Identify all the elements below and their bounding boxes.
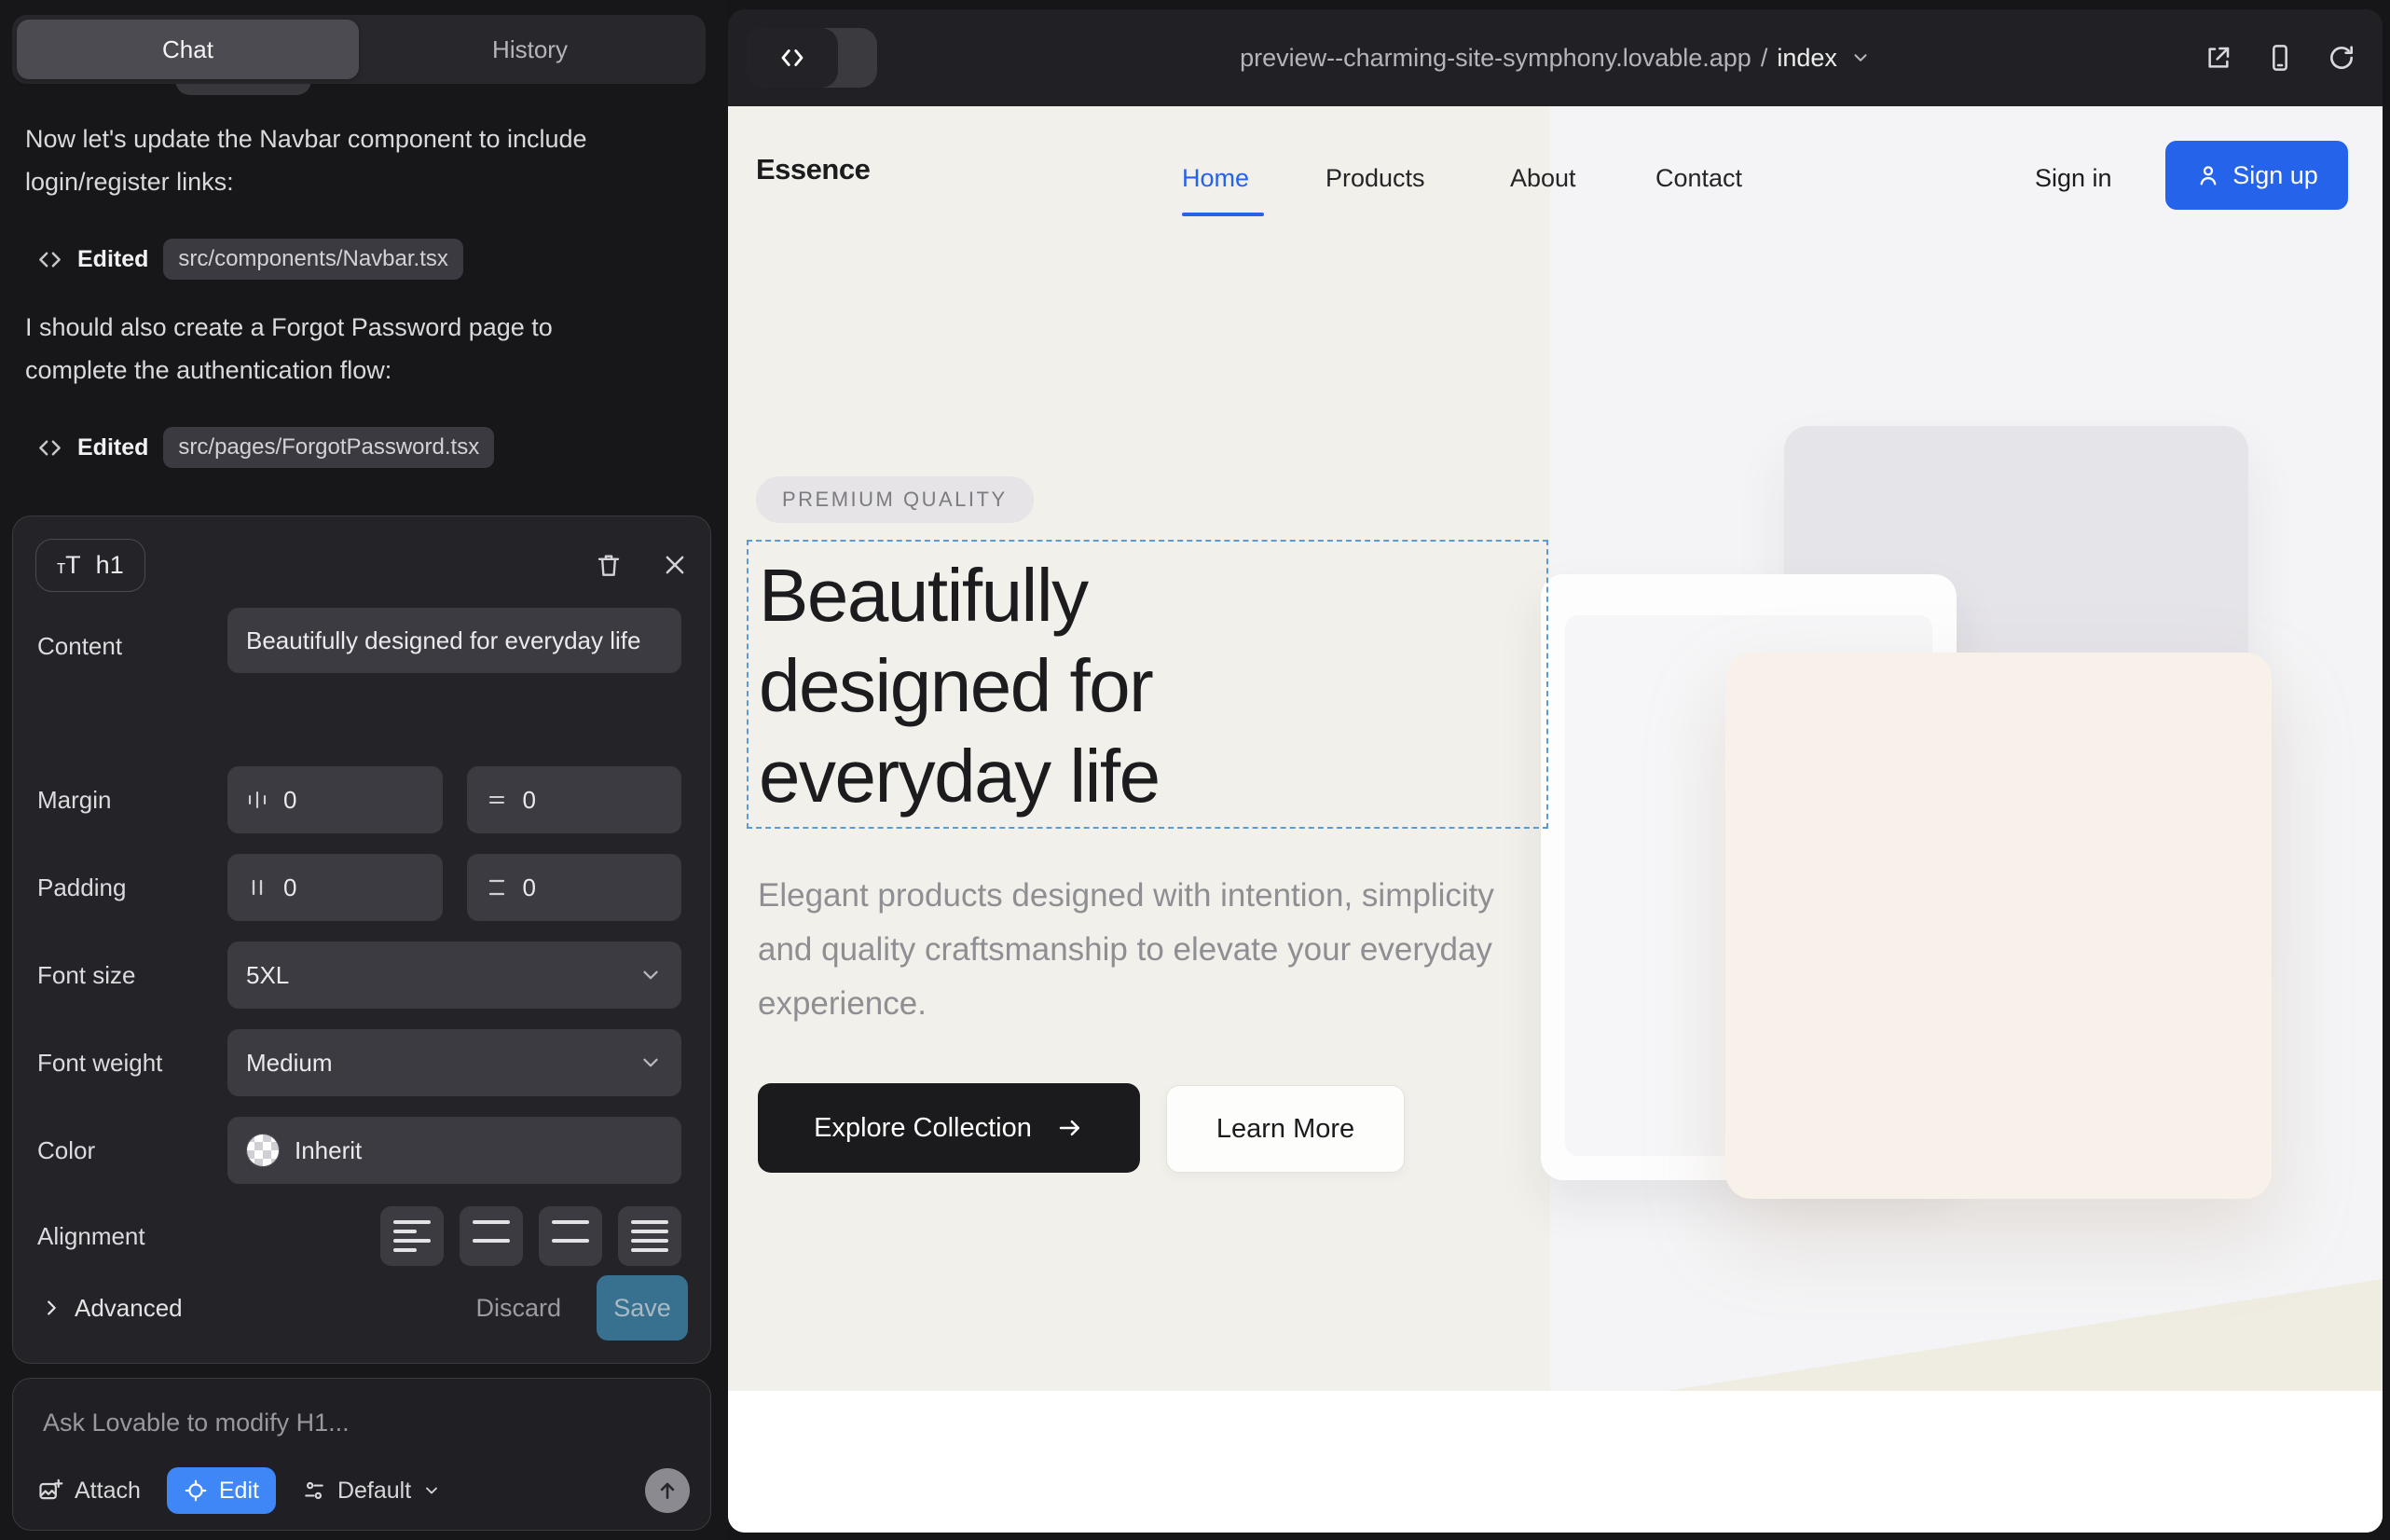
image-attach-icon	[37, 1478, 63, 1504]
text-type-icon: тT	[57, 551, 81, 580]
edited-file-row: Edited src/components/Navbar.tsx	[37, 239, 463, 280]
font-size-label: Font size	[37, 961, 227, 990]
site-navbar: Essence Home Products About Contact Sign…	[728, 106, 2383, 218]
tab-chat[interactable]: Chat	[17, 20, 359, 79]
font-weight-label: Font weight	[37, 1049, 227, 1078]
hero-paragraph: Elegant products designed with intention…	[758, 869, 1513, 1031]
learn-more-button[interactable]: Learn More	[1166, 1085, 1405, 1173]
tag-name: h1	[96, 551, 124, 580]
edited-label: Edited	[77, 246, 148, 273]
preview-page: Essence Home Products About Contact Sign…	[728, 106, 2383, 1533]
tab-history[interactable]: History	[359, 20, 701, 79]
color-label: Color	[37, 1136, 227, 1165]
padding-vertical-icon	[486, 876, 508, 899]
prompt-input[interactable]: Ask Lovable to modify H1...	[43, 1409, 350, 1437]
hero-heading: Beautifully designed for everyday life	[759, 550, 1355, 821]
transparent-swatch-icon	[246, 1134, 280, 1167]
delete-element-button[interactable]	[595, 551, 623, 579]
url-separator: /	[1761, 44, 1768, 73]
code-icon	[37, 247, 62, 272]
arrow-up-icon	[655, 1478, 680, 1503]
url-host: preview--charming-site-symphony.lovable.…	[1240, 44, 1751, 73]
padding-horizontal-icon	[246, 876, 268, 899]
url-breadcrumb[interactable]: preview--charming-site-symphony.lovable.…	[728, 9, 2383, 106]
refresh-button[interactable]	[2327, 43, 2356, 73]
content-label: Content	[37, 632, 227, 661]
font-weight-select[interactable]: Medium	[227, 1029, 681, 1096]
hero-section: Essence Home Products About Contact Sign…	[728, 106, 2383, 1391]
open-external-button[interactable]	[2204, 43, 2233, 73]
margin-y-input[interactable]: 0	[467, 766, 682, 833]
chevron-down-icon	[422, 1481, 441, 1500]
nav-link-products[interactable]: Products	[1325, 164, 1425, 193]
url-page: index	[1777, 44, 1837, 73]
alignment-label: Alignment	[37, 1222, 227, 1251]
chat-message: Now let's update the Navbar component to…	[25, 117, 622, 203]
premium-quality-badge: PREMIUM QUALITY	[756, 476, 1034, 523]
advanced-toggle[interactable]: Advanced	[41, 1294, 183, 1323]
chevron-down-icon	[1850, 48, 1871, 68]
hero-card-cream	[1725, 653, 2272, 1199]
sign-up-button[interactable]: Sign up	[2165, 141, 2348, 210]
target-icon	[184, 1478, 208, 1503]
edited-file-row: Edited src/pages/ForgotPassword.tsx	[37, 427, 494, 468]
explore-collection-button[interactable]: Explore Collection	[758, 1083, 1140, 1173]
padding-y-input[interactable]: 0	[467, 854, 682, 921]
padding-x-input[interactable]: 0	[227, 854, 443, 921]
arrow-right-icon	[1056, 1114, 1084, 1142]
nav-link-about[interactable]: About	[1510, 164, 1576, 193]
save-button[interactable]: Save	[597, 1275, 688, 1341]
mode-selector[interactable]: Default	[302, 1478, 441, 1505]
content-input[interactable]: Beautifully designed for everyday life	[227, 608, 681, 673]
next-section	[728, 1391, 2383, 1533]
font-size-select[interactable]: 5XL	[227, 942, 681, 1009]
mobile-preview-button[interactable]	[2265, 43, 2295, 73]
preview-browser: preview--charming-site-symphony.lovable.…	[728, 9, 2383, 1533]
panel-tabs: Chat History	[12, 15, 706, 84]
selected-element-tag[interactable]: тT h1	[35, 539, 145, 592]
align-right-button[interactable]	[539, 1206, 602, 1266]
margin-x-input[interactable]: 0	[227, 766, 443, 833]
discard-button[interactable]: Discard	[475, 1294, 561, 1323]
close-editor-button[interactable]	[662, 552, 688, 578]
refresh-icon	[2327, 43, 2356, 73]
edited-label: Edited	[77, 434, 148, 461]
align-center-button[interactable]	[460, 1206, 523, 1266]
nav-link-contact[interactable]: Contact	[1655, 164, 1742, 193]
phone-icon	[2265, 43, 2295, 73]
margin-label: Margin	[37, 786, 227, 815]
code-icon	[37, 435, 62, 461]
user-icon	[2195, 162, 2221, 188]
site-logo: Essence	[756, 153, 870, 186]
align-justify-button[interactable]	[618, 1206, 681, 1266]
send-button[interactable]	[645, 1468, 690, 1513]
file-chip[interactable]: src/components/Navbar.tsx	[163, 239, 462, 280]
chevron-down-icon	[639, 963, 663, 987]
color-picker-field[interactable]: Inherit	[227, 1117, 681, 1184]
prompt-composer: Ask Lovable to modify H1... Attach Edit …	[12, 1378, 711, 1531]
sliders-icon	[302, 1478, 326, 1503]
padding-label: Padding	[37, 873, 227, 902]
external-link-icon	[2204, 43, 2233, 73]
chat-message: I should also create a Forgot Password p…	[25, 306, 622, 392]
margin-vertical-icon	[486, 789, 508, 811]
margin-horizontal-icon	[246, 789, 268, 811]
attach-button[interactable]: Attach	[37, 1478, 141, 1505]
align-left-button[interactable]	[380, 1206, 444, 1266]
browser-toolbar: preview--charming-site-symphony.lovable.…	[728, 9, 2383, 106]
chevron-right-icon	[41, 1298, 62, 1318]
chevron-down-icon	[639, 1051, 663, 1075]
active-nav-indicator	[1182, 213, 1264, 216]
edit-mode-button[interactable]: Edit	[167, 1467, 276, 1514]
element-editor-panel: тT h1 Content Beautifully designed for e…	[12, 516, 711, 1364]
builder-side-panel: ·· Chat History Now let's update the Nav…	[0, 0, 727, 1540]
file-chip[interactable]: src/pages/ForgotPassword.tsx	[163, 427, 494, 468]
nav-link-home[interactable]: Home	[1182, 164, 1249, 193]
sign-in-link[interactable]: Sign in	[2035, 164, 2112, 193]
